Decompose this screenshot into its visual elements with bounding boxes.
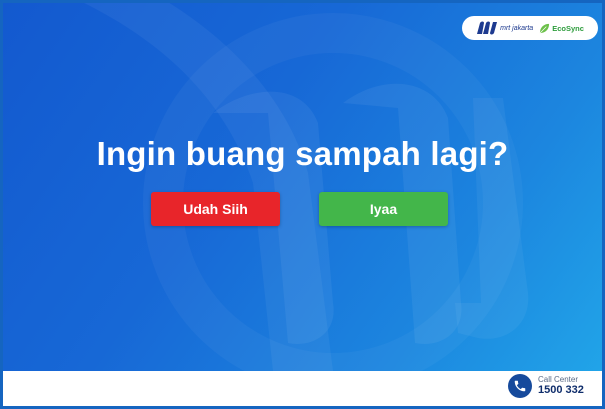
call-center: Call Center 1500 332 — [508, 374, 584, 398]
yes-button[interactable]: Iyaa — [319, 192, 448, 226]
mrt-jakarta-wordmark: mrt jakarta — [500, 24, 534, 32]
call-center-info: Call Center 1500 332 — [538, 374, 584, 397]
partner-logos: mrt jakarta EcoSync — [462, 16, 598, 40]
page-title: Ingin buang sampah lagi? — [96, 135, 509, 172]
leaf-icon — [539, 23, 550, 33]
phone-icon — [508, 374, 532, 398]
no-button[interactable]: Udah Siih — [151, 192, 280, 226]
main-panel: mrt jakarta EcoSync Ingin buang sampah l… — [3, 3, 602, 371]
mrt-jakarta-logo-icon — [477, 21, 498, 35]
footer-bar: Call Center 1500 332 — [3, 371, 602, 406]
call-center-label: Call Center — [538, 374, 579, 384]
call-center-number: 1500 332 — [538, 384, 584, 397]
ecosync-wordmark: EcoSync — [552, 23, 584, 33]
mrt-jakarta-logo: mrt jakarta — [476, 21, 533, 35]
kiosk-screen: mrt jakarta EcoSync Ingin buang sampah l… — [0, 0, 605, 409]
ecosync-logo: EcoSync — [539, 23, 584, 34]
mrt-watermark-logo — [84, 3, 529, 371]
